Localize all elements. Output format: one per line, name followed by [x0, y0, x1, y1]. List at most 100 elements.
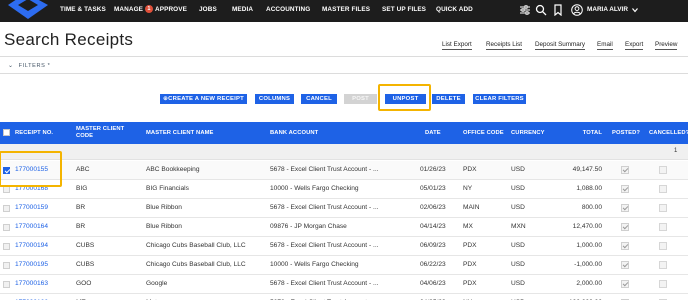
cell-bank-account: 5678 - Excel Client Trust Account - ... — [270, 280, 379, 287]
nav-item-quick-add[interactable]: QUICK ADD — [436, 0, 473, 22]
table-row[interactable]: 177000166MT Meta5678 - Excel Client Trust… — [0, 294, 688, 300]
cell-currency: USD — [511, 185, 525, 192]
cell-bank-account: 5678 - Excel Client Trust Account - ... — [270, 242, 379, 249]
page-number[interactable]: 1 — [674, 148, 677, 154]
nav-item-accounting[interactable]: ACCOUNTING — [266, 0, 310, 22]
cancelled-checkbox — [659, 242, 667, 250]
row-select-checkbox[interactable] — [3, 281, 10, 288]
col-currency[interactable]: CURRENCY — [511, 122, 545, 144]
cell-office-code: PDX — [463, 166, 477, 173]
approve-count-badge: 1 — [145, 5, 153, 13]
col-bank-account[interactable]: BANK ACCOUNT — [270, 122, 318, 144]
cell-receipt-no[interactable]: 177000195 — [15, 256, 73, 274]
table-row[interactable]: 177000195 CUBS Chicago Cubs Baseball Club,… — [0, 256, 688, 275]
chevron-down-icon: ⌄ — [8, 63, 14, 69]
posted-checkbox — [621, 223, 629, 231]
table-row[interactable]: 177000194 CUBS Chicago Cubs Baseball Club,… — [0, 237, 688, 256]
user-name[interactable]: MARIA ALVIR — [587, 0, 628, 22]
deposit-summary-link[interactable]: Deposit Summary — [535, 41, 586, 50]
col-master-client-name[interactable]: MASTER CLIENT NAME — [146, 122, 214, 144]
create-receipt-button[interactable]: ⊕CREATE A NEW RECEIPT — [160, 94, 247, 104]
clear-filters-button[interactable]: CLEAR FILTERS — [473, 94, 526, 104]
receipts-list-link[interactable]: Receipts List — [486, 41, 523, 50]
user-menu-chevron-icon[interactable] — [631, 5, 639, 15]
preview-link[interactable]: Preview — [655, 41, 678, 50]
delete-button[interactable]: DELETE — [432, 94, 465, 104]
sliders-icon[interactable] — [519, 4, 531, 16]
list-export-link[interactable]: List Export — [442, 41, 472, 50]
select-all-checkbox[interactable] — [3, 129, 10, 136]
row-select-checkbox[interactable] — [3, 243, 10, 250]
cell-receipt-no[interactable]: 177000194 — [15, 237, 73, 255]
cell-master-client-name: BIG Financials — [146, 185, 189, 192]
search-icon[interactable] — [535, 4, 547, 16]
row-select-checkbox[interactable] — [3, 186, 10, 193]
table-row[interactable]: 177000159 BR Blue Ribbon 5678 - Excel Clien… — [0, 199, 688, 218]
cell-receipt-no[interactable]: 177000163 — [15, 275, 73, 293]
posted-checkbox — [621, 242, 629, 250]
cell-office-code: PDX — [463, 280, 477, 287]
nav-item-master-files[interactable]: MASTER FILES — [322, 0, 370, 22]
cell-date: 06/09/23 — [420, 242, 446, 249]
table-row[interactable]: 177000155 ABC ABC Bookkeeping 5678 - Excel … — [0, 161, 688, 180]
bookmark-icon[interactable] — [552, 4, 564, 16]
posted-checkbox — [621, 166, 629, 174]
filters-toggle[interactable]: ⌄ FILTERS * — [8, 62, 50, 69]
col-posted[interactable]: POSTED? — [612, 122, 640, 144]
page-title: Search Receipts — [4, 30, 134, 49]
columns-button[interactable]: COLUMNS — [255, 94, 294, 104]
cell-date: 04/25/23 — [420, 294, 460, 300]
user-avatar-icon[interactable] — [571, 4, 583, 16]
col-receipt-no[interactable]: RECEIPT NO. — [15, 122, 53, 144]
nav-item-time-tasks[interactable]: TIME & TASKS — [60, 0, 106, 22]
cell-receipt-no[interactable]: 177000159 — [15, 199, 73, 217]
cell-office-code: NY — [463, 294, 507, 300]
post-button[interactable]: POST — [344, 94, 377, 104]
cell-master-client-name: Google — [146, 280, 168, 287]
cell-total: 49,147.50 — [572, 166, 602, 173]
export-link[interactable]: Export — [625, 41, 644, 50]
nav-item-approve[interactable]: 1 APPROVE — [145, 0, 187, 22]
cell-master-client-name: Meta — [146, 294, 268, 300]
row-select-checkbox[interactable] — [3, 224, 10, 231]
cell-master-client-name: ABC Bookkeeping — [146, 166, 200, 173]
create-receipt-label: CREATE A NEW RECEIPT — [168, 96, 244, 102]
col-master-client-code-line1: MASTER CLIENT — [76, 126, 125, 132]
cell-master-client-code: MT — [76, 294, 142, 300]
cell-total: 1,088.00 — [576, 185, 602, 192]
cancelled-checkbox — [659, 280, 667, 288]
company-logo[interactable] — [4, 0, 48, 21]
table-row[interactable]: 177000168 BIG BIG Financials 10000 - Wells … — [0, 180, 688, 199]
cell-date: 06/22/23 — [420, 261, 446, 268]
cell-bank-account: 5678 - Excel Client Trust Account - ... — [270, 204, 379, 211]
col-total[interactable]: TOTAL — [560, 122, 602, 144]
cell-total: 12,470.00 — [572, 223, 602, 230]
nav-item-manage[interactable]: MANAGE — [114, 0, 143, 22]
nav-item-jobs[interactable]: JOBS — [199, 0, 217, 22]
col-date[interactable]: DATE — [425, 122, 441, 144]
cell-receipt-no[interactable]: 177000164 — [15, 218, 73, 236]
nav-item-approve-label: APPROVE — [155, 6, 187, 13]
row-select-checkbox[interactable] — [3, 262, 10, 269]
email-link[interactable]: Email — [597, 41, 613, 50]
posted-checkbox — [621, 261, 629, 269]
cancel-button[interactable]: CANCEL — [301, 94, 337, 104]
cell-date: 05/01/23 — [420, 185, 446, 192]
col-cancelled[interactable]: CANCELLED? — [649, 122, 688, 144]
row-select-checkbox[interactable] — [3, 205, 10, 212]
posted-checkbox — [621, 280, 629, 288]
cell-office-code: PDX — [463, 261, 477, 268]
posted-checkbox — [621, 185, 629, 193]
table-row[interactable]: 177000164 BR Blue Ribbon 09876 - JP Morgan … — [0, 218, 688, 237]
selected-row-highlight-box — [0, 151, 62, 187]
nav-item-set-up-files[interactable]: SET UP FILES — [382, 0, 426, 22]
table-row[interactable]: 177000163 GOO Google 5678 - Excel Client Tr… — [0, 275, 688, 294]
cell-master-client-code: CUBS — [76, 261, 95, 268]
nav-item-media[interactable]: MEDIA — [232, 0, 253, 22]
col-office-code[interactable]: OFFICE CODE — [463, 122, 504, 144]
col-master-client-code[interactable]: MASTER CLIENT CODE — [76, 122, 124, 144]
cell-receipt-no[interactable]: 177000166 — [15, 294, 73, 300]
cell-master-client-code: GOO — [76, 280, 92, 287]
header-divider — [0, 56, 688, 57]
cell-total: 800.00 — [581, 204, 602, 211]
